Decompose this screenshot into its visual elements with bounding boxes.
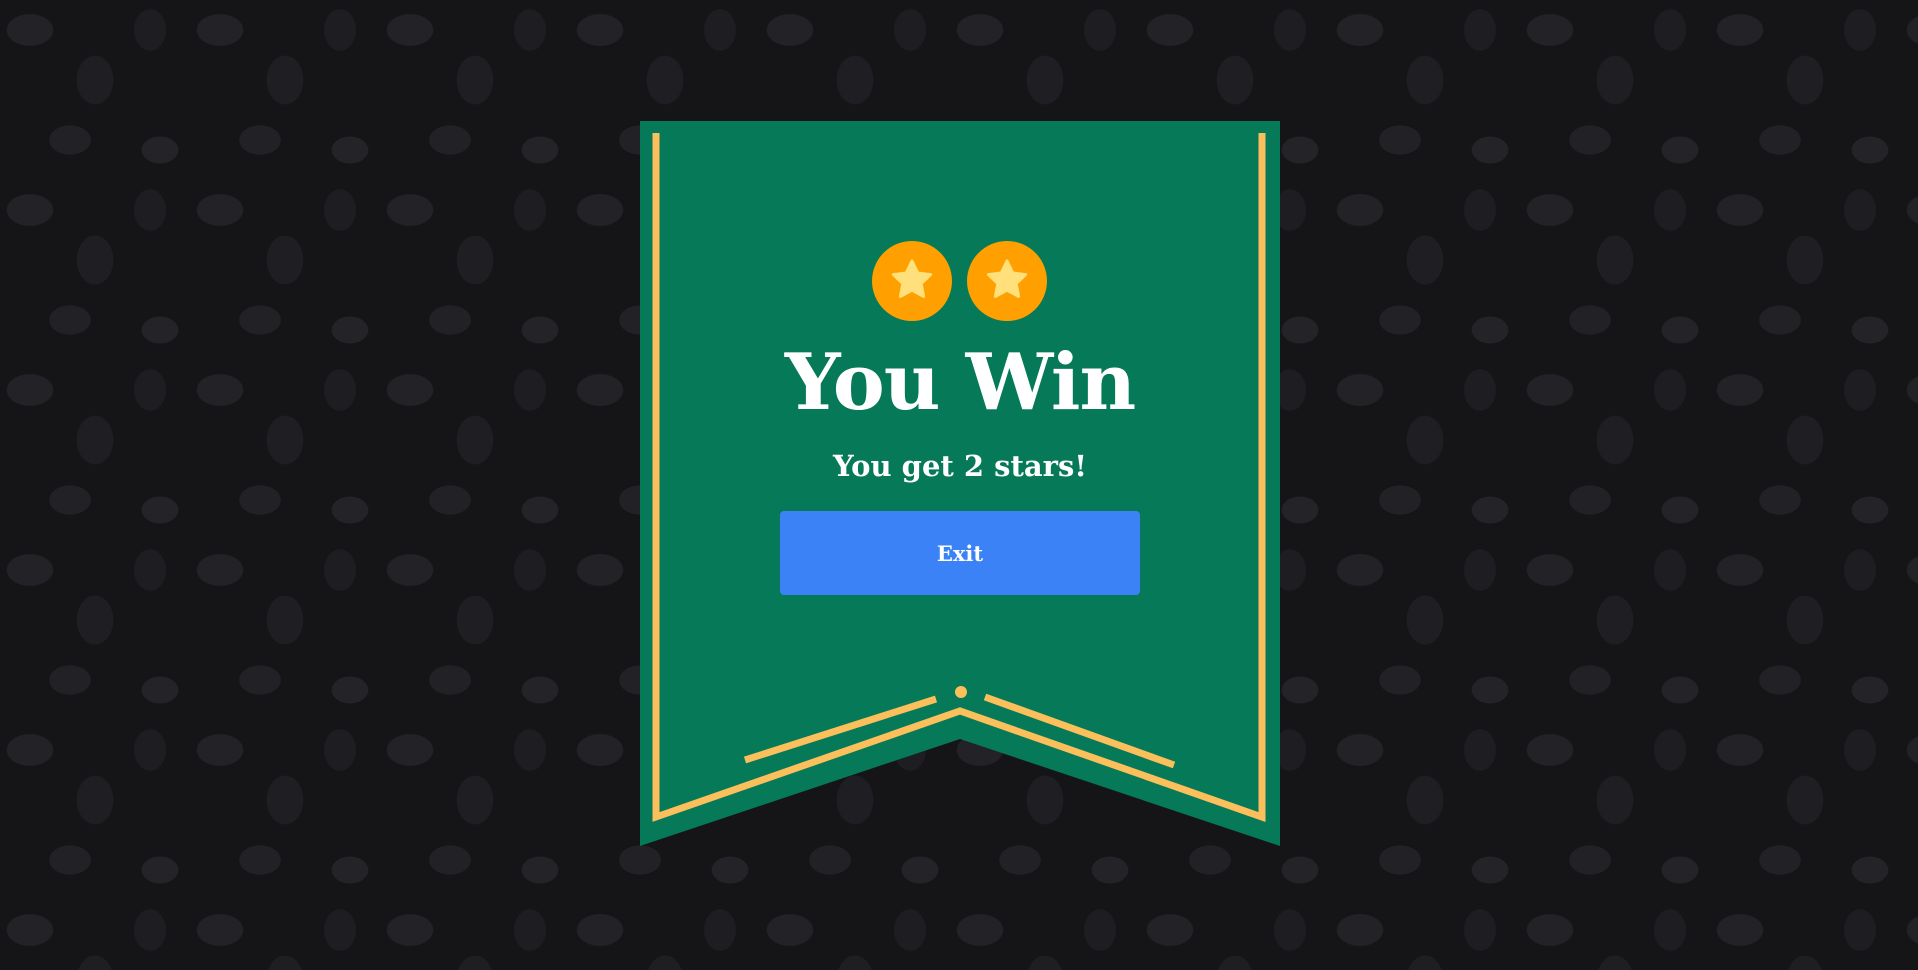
- star-icon: [986, 259, 1028, 298]
- star-coin-2: [967, 241, 1047, 321]
- banner-dot: [955, 686, 967, 698]
- star-coin-1: [872, 241, 952, 321]
- star-icon: [891, 259, 933, 298]
- result-title: You Win: [784, 337, 1136, 428]
- result-subtitle: You get 2 stars!: [832, 449, 1088, 483]
- exit-button[interactable]: Exit: [780, 511, 1140, 595]
